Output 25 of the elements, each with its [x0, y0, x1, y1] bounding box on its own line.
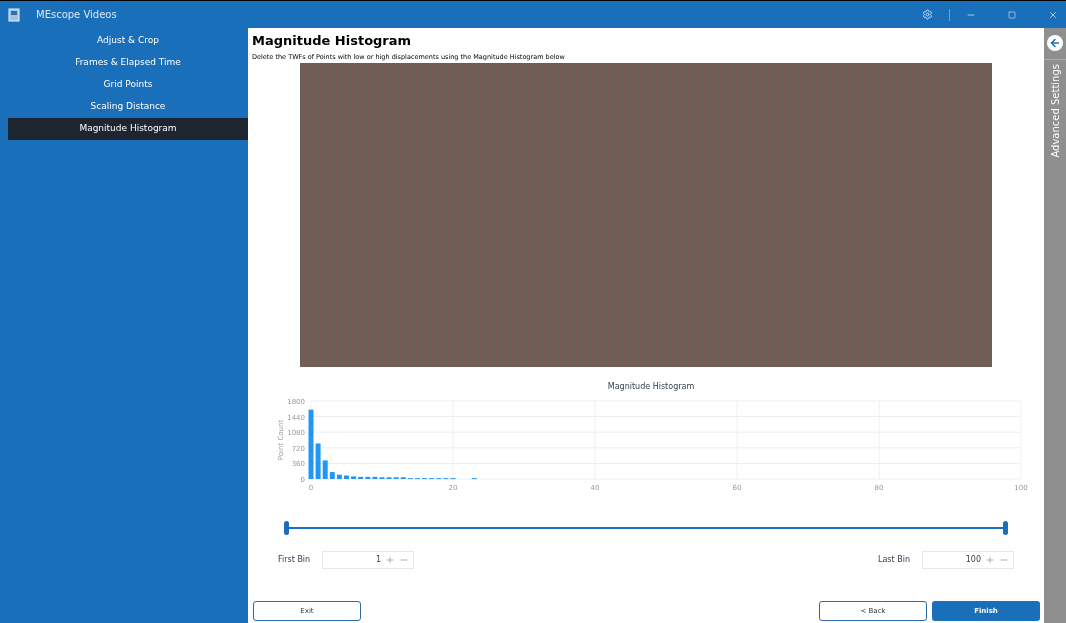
sidebar-item[interactable]: Magnitude Histogram: [8, 118, 248, 140]
advanced-settings-tab[interactable]: Advanced Settings: [1047, 64, 1063, 158]
chart-title: Magnitude Histogram: [607, 381, 695, 393]
maximize-icon[interactable]: [1008, 10, 1016, 19]
slider-thumb[interactable]: [284, 521, 289, 535]
bin-spin-field[interactable]: 1: [322, 551, 415, 569]
increment-icon[interactable]: [385, 555, 396, 565]
sidebar-item[interactable]: Adjust & Crop: [8, 30, 248, 52]
sidebar-item[interactable]: Scaling Distance: [8, 96, 248, 118]
histogram-bar: [344, 475, 349, 479]
close-icon[interactable]: [1048, 9, 1058, 20]
sidebar-item[interactable]: Grid Points: [8, 74, 248, 96]
collapse-button[interactable]: [1047, 35, 1063, 51]
sidebar-item[interactable]: Frames & Elapsed Time: [8, 52, 248, 74]
bin-spin-field[interactable]: 100: [922, 551, 1014, 569]
settings-icon[interactable]: [922, 9, 933, 20]
range-slider[interactable]: [284, 521, 1008, 535]
page-heading: Magnitude Histogram: [252, 32, 413, 50]
window-title: MEscope Videos: [36, 8, 117, 22]
arrow-left-icon: [1049, 37, 1061, 49]
increment-icon[interactable]: [985, 555, 995, 565]
bin-label: First Bin: [278, 554, 311, 566]
app-icon: [8, 7, 20, 22]
bin-label: Last Bin: [878, 554, 910, 566]
slider-thumb[interactable]: [1003, 521, 1008, 535]
